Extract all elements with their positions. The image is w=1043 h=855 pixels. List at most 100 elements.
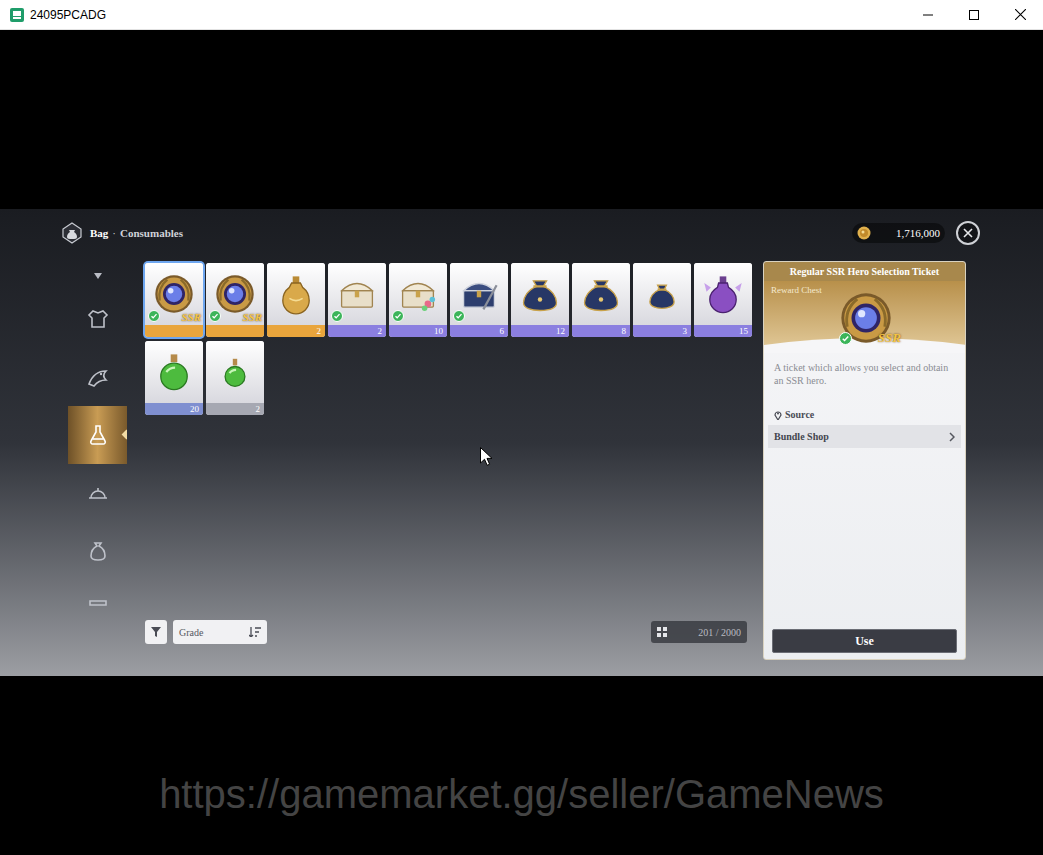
rarity-strip: 12 <box>511 325 569 337</box>
app-icon <box>10 8 24 22</box>
sidebar-tab[interactable] <box>68 290 127 348</box>
item-slot[interactable]: SSR <box>206 263 264 337</box>
owned-check <box>392 310 404 322</box>
owned-check <box>148 310 160 322</box>
bag-header: Bag · Consumables 1,716,000 <box>0 209 1043 263</box>
rarity-strip: 2 <box>206 403 264 415</box>
sidebar-tab[interactable] <box>68 406 127 464</box>
check-icon <box>332 311 342 321</box>
bag-body: SSRSSR22106128315202 Grade 201 / 2000 <box>68 263 1043 660</box>
watermark: https://gamemarket.gg/seller/GameNews <box>159 772 884 855</box>
sidebar-tab[interactable] <box>68 464 127 522</box>
flask-icon <box>152 350 196 394</box>
rarity-badge: SSR <box>242 311 262 323</box>
item-count: 20 <box>190 403 199 415</box>
item-slot[interactable]: 12 <box>511 263 569 337</box>
check-icon <box>393 311 403 321</box>
source-link[interactable]: Bundle Shop <box>768 425 961 448</box>
bag-emblem-icon <box>60 221 84 245</box>
sack-icon <box>86 539 110 563</box>
title-bar: 24095PCADG <box>0 0 1043 30</box>
item-count: 8 <box>622 325 627 337</box>
item-art <box>633 263 691 325</box>
creature-icon <box>86 365 110 389</box>
sort-dropdown[interactable]: Grade <box>173 620 267 644</box>
item-detail-panel: Regular SSR Hero Selection Ticket Reward… <box>763 261 966 660</box>
close-icon <box>963 228 973 238</box>
cloche-icon <box>86 481 110 505</box>
item-slot[interactable]: 2 <box>206 341 264 415</box>
item-count: 6 <box>500 325 505 337</box>
filter-button[interactable] <box>145 620 167 644</box>
item-slot[interactable]: 2 <box>328 263 386 337</box>
ticket-icon <box>213 272 257 316</box>
check-icon <box>840 333 851 344</box>
chevron-wrap <box>949 432 955 442</box>
equipment-icon <box>86 307 110 331</box>
currency-amount: 1,716,000 <box>896 225 940 242</box>
detail-hero: Reward Chest SSR <box>764 281 965 353</box>
bag-icon <box>579 272 623 316</box>
scroll-up-icon <box>94 273 102 279</box>
flask-icon <box>86 423 110 447</box>
rarity-badge: SSR <box>878 331 901 345</box>
item-slot[interactable]: 10 <box>389 263 447 337</box>
item-slot[interactable]: 20 <box>145 341 203 415</box>
item-slot[interactable]: 6 <box>450 263 508 337</box>
item-count: 2 <box>256 403 261 415</box>
item-slot[interactable]: 2 <box>267 263 325 337</box>
currency-display: 1,716,000 <box>852 223 945 243</box>
rarity-strip: 2 <box>267 325 325 337</box>
bag-icon <box>518 272 562 316</box>
use-button[interactable]: Use <box>772 629 957 653</box>
close-icon <box>1015 9 1026 20</box>
detail-category: Reward Chest <box>771 284 822 298</box>
item-slot[interactable]: 15 <box>694 263 752 337</box>
category-sidebar <box>68 262 127 606</box>
rarity-badge: SSR <box>181 311 201 323</box>
item-column: SSR SSR 2 2 10 6 12 8 3 15 20 2 Grade 201 / 2000 <box>145 263 752 644</box>
selected-pointer <box>122 430 127 440</box>
item-art: SSR <box>206 263 264 325</box>
grid-icon <box>657 627 667 637</box>
close-window-button[interactable] <box>997 0 1043 29</box>
item-art <box>572 263 630 325</box>
game-screen: Bag · Consumables 1,716,000 <box>0 209 1043 676</box>
sidebar-tab[interactable] <box>68 580 127 606</box>
potion-icon <box>701 272 745 316</box>
maximize-icon <box>969 10 979 20</box>
app-window: 24095PCADG Bag · Consumables <box>0 0 1043 855</box>
item-count: 3 <box>683 325 688 337</box>
pouch-icon <box>640 272 684 316</box>
rarity-strip <box>145 325 203 337</box>
category-icon <box>86 597 110 606</box>
minimize-button[interactable] <box>905 0 951 29</box>
sort-icon <box>249 627 261 637</box>
source-name: Bundle Shop <box>774 429 829 444</box>
item-art <box>450 263 508 325</box>
item-art <box>389 263 447 325</box>
use-label: Use <box>855 632 874 650</box>
owned-check <box>331 310 343 322</box>
item-art <box>511 263 569 325</box>
close-bag-button[interactable] <box>956 221 980 245</box>
header-section: Consumables <box>120 225 183 242</box>
rarity-strip: 6 <box>450 325 508 337</box>
sidebar-tab[interactable] <box>68 348 127 406</box>
capacity-display: 201 / 2000 <box>651 621 747 643</box>
sidebar-tab[interactable] <box>68 522 127 580</box>
item-slot[interactable]: SSR <box>145 263 203 337</box>
item-slot[interactable]: 8 <box>572 263 630 337</box>
detail-item-art: SSR <box>837 289 895 347</box>
item-count: 2 <box>378 325 383 337</box>
detail-description: A ticket which allows you select and obt… <box>774 361 955 387</box>
item-art <box>145 341 203 403</box>
detail-title: Regular SSR Hero Selection Ticket <box>790 266 939 278</box>
item-slot[interactable]: 3 <box>633 263 691 337</box>
maximize-button[interactable] <box>951 0 997 29</box>
item-count: 10 <box>434 325 443 337</box>
rarity-strip: 8 <box>572 325 630 337</box>
darkchest-icon <box>457 272 501 316</box>
rarity-strip: 3 <box>633 325 691 337</box>
item-art <box>694 263 752 325</box>
